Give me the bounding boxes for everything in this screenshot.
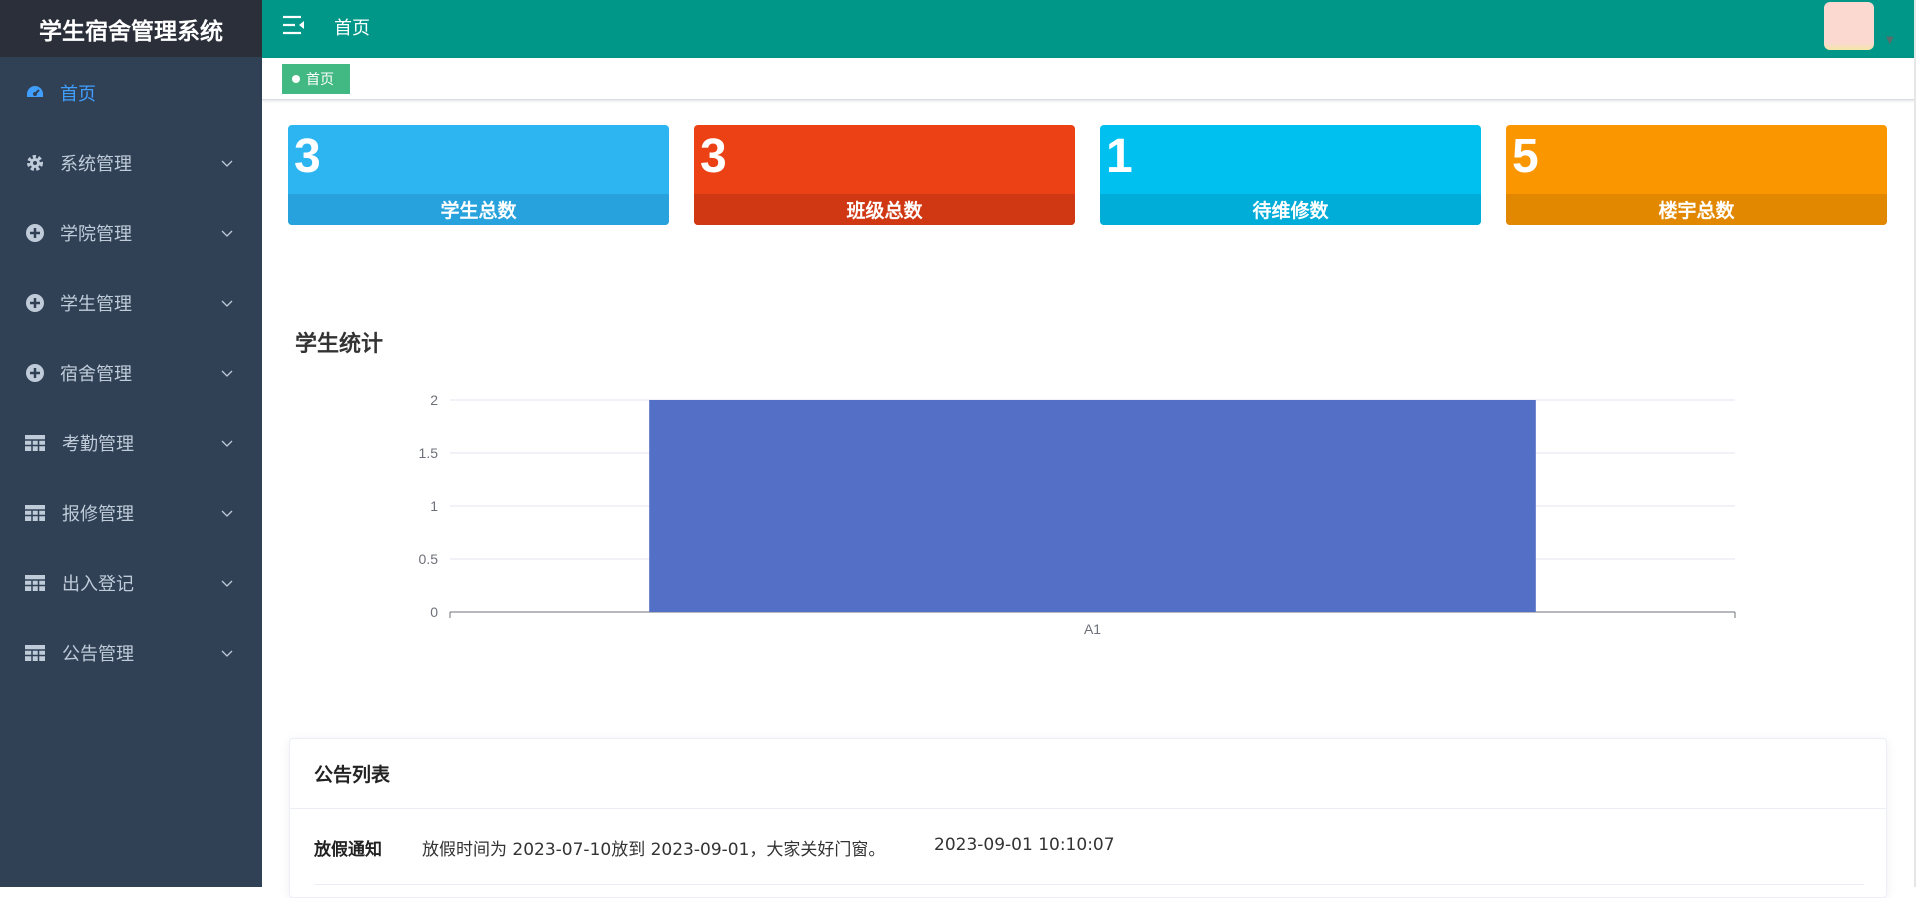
gear-icon <box>24 152 46 174</box>
tag-label: 首页 <box>306 72 334 88</box>
stat-card-students[interactable]: 3 学生总数 <box>288 125 669 225</box>
y-tick-label: 1 <box>430 498 438 514</box>
sidebar-item-dorm[interactable]: 宿舍管理 <box>0 338 262 408</box>
announcement-panel: 公告列表 放假通知 放假时间为 2023-07-10放到 2023-09-01，… <box>289 738 1887 898</box>
tag-home[interactable]: 首页 <box>282 64 350 94</box>
sidebar-item-home[interactable]: 首页 <box>0 58 262 128</box>
sidebar-item-students[interactable]: 学生管理 <box>0 268 262 338</box>
chevron-down-icon <box>221 370 233 377</box>
avatar[interactable] <box>1824 2 1874 50</box>
sidebar-item-college[interactable]: 学院管理 <box>0 198 262 268</box>
stat-card-buildings[interactable]: 5 楼宇总数 <box>1506 125 1887 225</box>
stat-value: 1 <box>1106 130 1133 183</box>
chevron-down-icon <box>221 230 233 237</box>
student-stats-chart: 0 0.5 1 1.5 2 A1 <box>419 392 1736 637</box>
stat-label: 待维修数 <box>1100 194 1481 225</box>
sidebar-item-system[interactable]: 系统管理 <box>0 128 262 198</box>
circle-plus-icon <box>24 292 46 314</box>
top-navbar: 首页 ▼ <box>262 0 1916 58</box>
table-icon <box>24 502 46 524</box>
stat-card-repairs[interactable]: 1 待维修数 <box>1100 125 1481 225</box>
chevron-down-icon <box>221 300 233 307</box>
sidebar-item-label: 系统管理 <box>60 154 132 175</box>
sidebar-item-label: 学生管理 <box>60 294 132 315</box>
stat-label: 楼宇总数 <box>1506 194 1887 225</box>
dashboard-icon <box>24 82 46 104</box>
chevron-down-icon <box>221 440 233 447</box>
sidebar-item-label: 学院管理 <box>60 224 132 245</box>
menu-toggle-icon[interactable] <box>282 14 306 36</box>
stat-label: 学生总数 <box>288 194 669 225</box>
notice-title: 放假通知 <box>314 840 382 860</box>
stat-value: 3 <box>700 130 727 183</box>
stat-value: 5 <box>1512 130 1539 183</box>
page-title: 首页 <box>334 18 370 39</box>
sidebar-item-label: 出入登记 <box>62 574 134 595</box>
chevron-down-icon <box>221 580 233 587</box>
tags-view: 首页 <box>262 58 1916 100</box>
y-tick-label: 0 <box>430 604 438 620</box>
announcement-panel-title: 公告列表 <box>290 739 1886 809</box>
sidebar-item-announcements[interactable]: 公告管理 <box>0 618 262 688</box>
stat-value: 3 <box>294 130 321 183</box>
notice-content: 放假时间为 2023-07-10放到 2023-09-01，大家关好门窗。 <box>422 840 886 860</box>
notice-time: 2023-09-01 10:10:07 <box>934 835 1115 855</box>
chart-title: 学生统计 <box>295 332 384 357</box>
sidebar: 学生宿舍管理系统 首页 系统管理 学院管理 学生管理 宿舍管理 考勤管理 报修管… <box>0 0 262 887</box>
chevron-down-icon <box>221 650 233 657</box>
app-brand: 学生宿舍管理系统 <box>0 0 262 57</box>
sidebar-item-label: 报修管理 <box>62 504 134 525</box>
sidebar-item-repairs[interactable]: 报修管理 <box>0 478 262 548</box>
sidebar-item-label: 公告管理 <box>62 644 134 665</box>
x-tick-label: A1 <box>1084 621 1101 637</box>
y-tick-label: 1.5 <box>419 445 439 461</box>
list-item[interactable]: 放假通知 放假时间为 2023-07-10放到 2023-09-01，大家关好门… <box>314 809 1864 885</box>
circle-plus-icon <box>24 362 46 384</box>
chevron-down-icon <box>221 160 233 167</box>
caret-down-icon[interactable]: ▼ <box>1886 35 1894 46</box>
stat-label: 班级总数 <box>694 194 1075 225</box>
table-icon <box>24 432 46 454</box>
sidebar-item-label: 首页 <box>60 84 96 105</box>
y-tick-label: 2 <box>430 392 438 408</box>
sidebar-item-entry-log[interactable]: 出入登记 <box>0 548 262 618</box>
y-tick-label: 0.5 <box>419 551 439 567</box>
bar-A1[interactable] <box>649 400 1536 612</box>
circle-plus-icon <box>24 222 46 244</box>
stat-card-classes[interactable]: 3 班级总数 <box>694 125 1075 225</box>
active-dot-icon <box>292 75 300 83</box>
sidebar-item-label: 考勤管理 <box>62 434 134 455</box>
chevron-down-icon <box>221 510 233 517</box>
table-icon <box>24 642 46 664</box>
sidebar-item-label: 宿舍管理 <box>60 364 132 385</box>
sidebar-item-attendance[interactable]: 考勤管理 <box>0 408 262 478</box>
table-icon <box>24 572 46 594</box>
